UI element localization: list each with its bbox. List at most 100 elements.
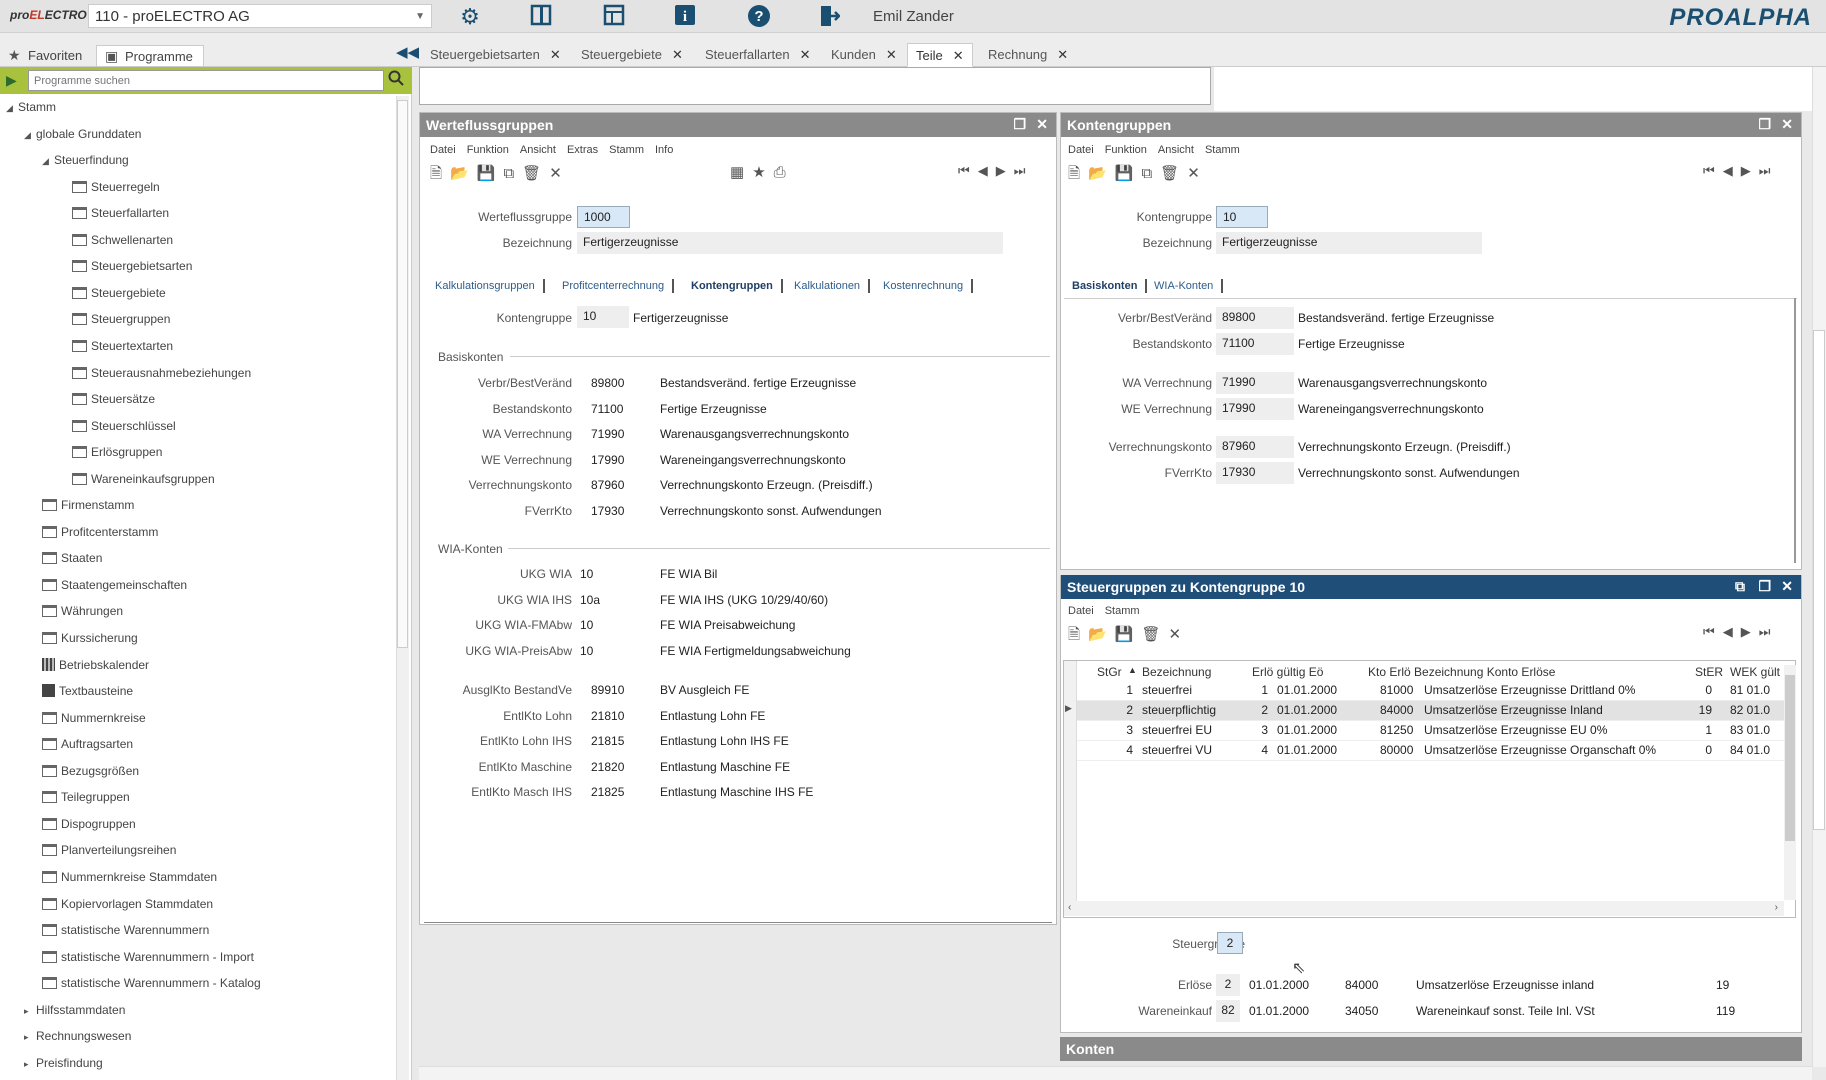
close-icon[interactable]: ✕ — [1781, 578, 1793, 595]
account-number[interactable]: 87960 — [1216, 436, 1294, 458]
next-record-icon[interactable]: ▶ — [1741, 624, 1751, 639]
delete-icon[interactable]: 🗑 — [1141, 626, 1160, 643]
account-number[interactable]: 21815 — [591, 734, 624, 748]
close-icon[interactable]: ✕ — [1057, 47, 1068, 62]
tree-item[interactable]: Steuerfallarten — [72, 206, 169, 220]
exit-icon[interactable] — [816, 4, 842, 30]
tree-item[interactable]: Steuerausnahmebeziehungen — [72, 366, 251, 380]
favorite-icon[interactable]: ★ — [752, 164, 765, 181]
tree-item[interactable]: Betriebskalender — [42, 657, 149, 672]
open-icon[interactable]: 📂 — [1088, 165, 1107, 182]
main-scroll-thumb[interactable] — [1813, 330, 1825, 830]
grid-hscroll[interactable]: ‹ › — [1064, 901, 1784, 916]
col-wek[interactable]: WEK gült — [1730, 665, 1780, 679]
close-icon[interactable]: ✕ — [1781, 116, 1793, 133]
account-number[interactable]: 21825 — [591, 785, 624, 799]
account-number[interactable]: 71990 — [1216, 372, 1294, 394]
tree-item[interactable]: Steuerregeln — [72, 180, 160, 194]
menu-item[interactable]: Stamm — [609, 144, 644, 156]
tree-item[interactable]: Währungen — [42, 604, 123, 618]
tab-steuerfallarten[interactable]: Steuerfallarten ✕ — [697, 43, 818, 67]
copy-icon[interactable]: ⧉ — [503, 165, 514, 182]
prev-record-icon[interactable]: ◀ — [1723, 624, 1733, 639]
tree-item[interactable]: Erlösgruppen — [72, 445, 162, 459]
tree-item[interactable]: Schwellenarten — [72, 233, 173, 247]
tree-item[interactable]: ◢ globale Grunddaten — [24, 127, 141, 141]
col-bezeichnung[interactable]: Bezeichnung — [1142, 665, 1211, 679]
col-ster[interactable]: StER — [1695, 665, 1723, 679]
tab-kalkulationen[interactable]: Kalkulationen — [786, 279, 871, 293]
expand-icon[interactable]: ◢ — [42, 156, 54, 167]
account-number[interactable]: 89910 — [591, 683, 624, 697]
menu-item[interactable]: Extras — [567, 144, 598, 156]
cancel-icon[interactable]: ✕ — [1187, 165, 1200, 182]
scroll-left-icon[interactable]: ‹ — [1068, 902, 1071, 913]
help-icon[interactable]: ? — [746, 4, 772, 30]
last-record-icon[interactable]: ⏭ — [1759, 624, 1771, 639]
account-number[interactable]: 10a — [580, 593, 600, 607]
tree-item[interactable]: Staatengemeinschaften — [42, 578, 187, 592]
tree-item[interactable]: Steuergruppen — [72, 312, 170, 326]
tree-item[interactable]: ▸ Hilfsstammdaten — [24, 1003, 125, 1017]
cancel-icon[interactable]: ✕ — [549, 165, 562, 182]
detail-code[interactable]: 82 — [1216, 1000, 1240, 1022]
delete-icon[interactable]: 🗑 — [522, 165, 541, 182]
prev-record-icon[interactable]: ◀ — [1723, 163, 1733, 178]
menu-item[interactable]: Info — [655, 144, 673, 156]
close-icon[interactable]: ✕ — [550, 47, 561, 62]
menu-item[interactable]: Datei — [430, 144, 456, 156]
account-number[interactable]: 10 — [580, 567, 593, 581]
menu-item[interactable]: Ansicht — [520, 144, 556, 156]
save-icon[interactable]: 💾 — [1115, 165, 1134, 182]
account-number[interactable]: 17930 — [591, 504, 624, 518]
kg-kontengruppe-field[interactable]: 10 — [1216, 206, 1268, 228]
tree-item[interactable]: Nummernkreise Stammdaten — [42, 870, 217, 884]
tab-basiskonten[interactable]: Basiskonten — [1064, 279, 1148, 293]
tree-item[interactable]: ◢ Steuerfindung — [42, 153, 129, 167]
steuergruppe-field[interactable]: 2 — [1217, 932, 1243, 954]
tree-item[interactable]: ▸ Preisfindung — [24, 1056, 103, 1070]
search-icon[interactable] — [388, 70, 404, 91]
tab-kalkulationsgruppen[interactable]: Kalkulationsgruppen — [427, 279, 545, 293]
col-erloes[interactable]: Erlö gültig Eö — [1252, 665, 1323, 679]
tree-item[interactable]: Auftragsarten — [42, 737, 133, 751]
account-number[interactable]: 17990 — [1216, 398, 1294, 420]
scroll-right-icon[interactable]: › — [1775, 902, 1778, 913]
tab-kontengruppen[interactable]: Kontengruppen — [683, 279, 783, 293]
tree-item[interactable]: Steuerschlüssel — [72, 419, 176, 433]
main-hscroll[interactable] — [419, 1066, 1812, 1080]
menu-item[interactable]: Datei — [1068, 144, 1094, 156]
tab-wia-konten[interactable]: WIA-Konten — [1146, 279, 1224, 293]
kontengruppe-field[interactable]: 10 — [577, 306, 629, 328]
collapse-icon[interactable]: ▸ — [24, 1006, 36, 1017]
open-icon[interactable]: 📂 — [450, 165, 469, 182]
account-number[interactable]: 17990 — [591, 453, 624, 467]
tab-steuergebiete[interactable]: Steuergebiete ✕ — [573, 43, 691, 67]
tree-item[interactable]: Kurssicherung — [42, 631, 138, 645]
close-icon[interactable]: ✕ — [672, 47, 683, 62]
first-record-icon[interactable]: ⏮ — [1703, 624, 1715, 639]
tab-profitcenterrechnung[interactable]: Profitcenterrechnung — [554, 279, 675, 293]
account-number[interactable]: 89800 — [591, 376, 624, 390]
tab-kunden[interactable]: Kunden ✕ — [823, 43, 905, 67]
copy-icon[interactable]: ⧉ — [1141, 165, 1152, 182]
account-number[interactable]: 21820 — [591, 760, 624, 774]
tree-item[interactable]: ◢ Stamm — [6, 100, 56, 114]
menu-item[interactable]: Funktion — [1105, 144, 1147, 156]
tab-steuergebietsarten[interactable]: Steuergebietsarten ✕ — [422, 43, 569, 67]
menu-item[interactable]: Datei — [1068, 605, 1094, 617]
account-number[interactable]: 71100 — [1216, 333, 1294, 355]
new-icon[interactable]: 🗎 — [1068, 626, 1080, 643]
maximize-icon[interactable]: ❐ — [1013, 116, 1026, 133]
play-icon[interactable]: ▶ — [6, 72, 17, 89]
save-icon[interactable]: 💾 — [1115, 626, 1134, 643]
layout-icon[interactable] — [601, 4, 627, 30]
tree-item[interactable]: Steuergebiete — [72, 286, 166, 300]
expand-icon[interactable]: ◢ — [6, 103, 18, 114]
tree-item[interactable]: statistische Warennummern - Katalog — [42, 976, 261, 990]
close-icon[interactable]: ✕ — [953, 48, 964, 63]
collapse-left-icon[interactable]: ◀◀ — [396, 43, 419, 61]
detail-code[interactable]: 2 — [1216, 974, 1240, 996]
info-icon[interactable]: i — [672, 4, 698, 30]
maximize-icon[interactable]: ❐ — [1758, 116, 1771, 133]
